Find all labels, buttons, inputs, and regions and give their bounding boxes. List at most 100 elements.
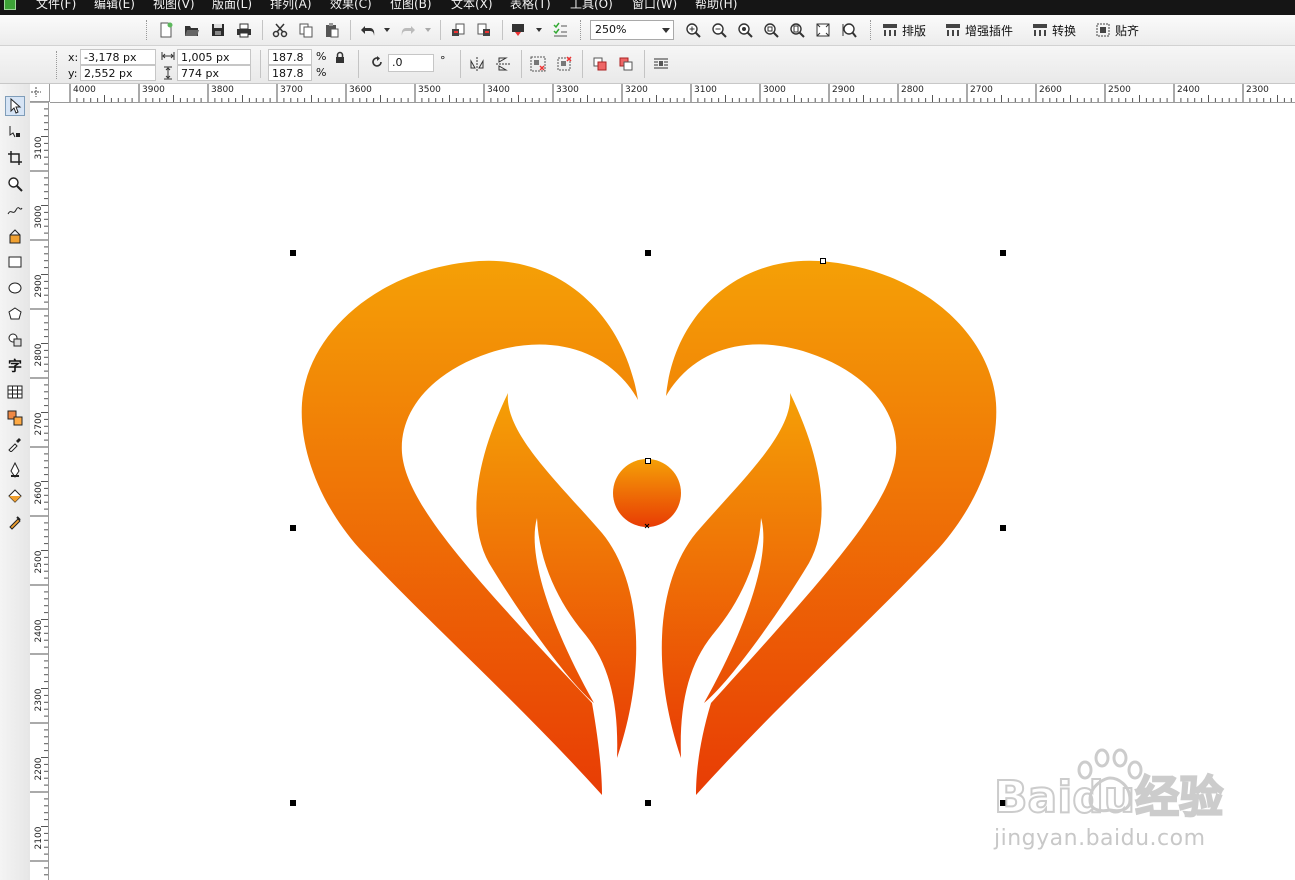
- shape-tool[interactable]: [5, 122, 25, 142]
- save-button[interactable]: [208, 20, 228, 40]
- freehand-tool[interactable]: [5, 200, 25, 220]
- plugin-snap-icon-button[interactable]: [1093, 20, 1113, 40]
- publish-dropdown[interactable]: [535, 26, 543, 34]
- watermark-url: jingyan.baidu.com: [994, 826, 1206, 851]
- ruler-h-label: 2900: [832, 85, 855, 95]
- ellipse-tool[interactable]: [5, 278, 25, 298]
- plugin-enhance-label[interactable]: 增强插件: [965, 22, 1013, 39]
- selection-handle-bottom-center[interactable]: [645, 800, 651, 806]
- paste-button[interactable]: [322, 20, 342, 40]
- wrap-text-button[interactable]: [651, 54, 671, 74]
- crop-tool[interactable]: [5, 148, 25, 168]
- plugin-convert-icon-button[interactable]: [1030, 20, 1050, 40]
- selection-handle-top-right[interactable]: [1000, 250, 1006, 256]
- ruler-origin[interactable]: [30, 84, 50, 102]
- interactive-fill-tool[interactable]: [5, 512, 25, 532]
- menu-effects[interactable]: 效果(C): [330, 0, 372, 12]
- rotation-degree: °: [440, 54, 446, 67]
- menu-arrange[interactable]: 排列(A): [270, 0, 312, 12]
- polygon-tool[interactable]: [5, 304, 25, 324]
- open-button[interactable]: [182, 20, 202, 40]
- height-field[interactable]: 774 px: [177, 65, 251, 81]
- eyedropper-tool[interactable]: [5, 434, 25, 454]
- text-tool[interactable]: 字: [5, 356, 25, 376]
- width-field[interactable]: 1,005 px: [177, 49, 251, 65]
- selection-handle-top-center[interactable]: [645, 250, 651, 256]
- zoom-page-button[interactable]: [787, 20, 807, 40]
- smart-fill-tool[interactable]: [5, 226, 25, 246]
- fill-tool[interactable]: [5, 486, 25, 506]
- zoom-out-button[interactable]: [709, 20, 729, 40]
- plugin-convert-label[interactable]: 转换: [1052, 22, 1076, 39]
- mirror-horizontal-button[interactable]: [467, 54, 487, 74]
- zoom-in-button[interactable]: [683, 20, 703, 40]
- interactive-blend-tool[interactable]: [5, 408, 25, 428]
- rectangle-icon: [8, 256, 22, 268]
- ruler-origin-icon: [31, 87, 41, 97]
- menu-layout[interactable]: 版面(L): [212, 0, 252, 12]
- vertical-ruler[interactable]: 3100 3000 2900 2800 2700 2600 2500 2400 …: [30, 102, 49, 880]
- selection-handle-middle-left[interactable]: [290, 525, 296, 531]
- plugin-enhance-icon-button[interactable]: [943, 20, 963, 40]
- x-position-field[interactable]: -3,178 px: [80, 49, 156, 65]
- node-handle[interactable]: [820, 258, 826, 264]
- zoom-level-select[interactable]: 250%: [590, 20, 674, 40]
- zoom-height-button[interactable]: [839, 20, 859, 40]
- node-handle[interactable]: [645, 458, 651, 464]
- publish-pdf-button[interactable]: [508, 20, 528, 40]
- import-button[interactable]: [448, 20, 468, 40]
- redo-dropdown[interactable]: [424, 26, 432, 34]
- redo-icon: [401, 26, 415, 36]
- print-button[interactable]: [234, 20, 254, 40]
- menu-bitmaps[interactable]: 位图(B): [390, 0, 432, 12]
- plugin-layout-label[interactable]: 排版: [902, 22, 926, 39]
- table-tool[interactable]: [5, 382, 25, 402]
- redo-button[interactable]: [398, 20, 418, 40]
- combine-button[interactable]: [590, 54, 610, 74]
- pick-tool[interactable]: [5, 96, 25, 116]
- lock-icon: [336, 51, 344, 63]
- ruler-v-label: 2300: [34, 688, 44, 712]
- zoom-width-button[interactable]: [813, 20, 833, 40]
- undo-icon: [361, 26, 375, 36]
- selection-handle-bottom-left[interactable]: [290, 800, 296, 806]
- plugin-layout-icon-button[interactable]: [880, 20, 900, 40]
- basic-shapes-tool[interactable]: [5, 330, 25, 350]
- cut-button[interactable]: [270, 20, 290, 40]
- menu-window[interactable]: 窗口(W): [632, 0, 677, 12]
- zoom-tool[interactable]: [5, 174, 25, 194]
- export-button[interactable]: [474, 20, 494, 40]
- horizontal-ruler[interactable]: 4000 3900 3800 3700 3600 3500 3400 3300 …: [50, 84, 1295, 103]
- menu-text[interactable]: 文本(X): [451, 0, 493, 12]
- rotation-field[interactable]: .0: [388, 54, 434, 72]
- outline-tool[interactable]: [5, 460, 25, 480]
- zoom-selected-button[interactable]: [735, 20, 755, 40]
- ungroup-button[interactable]: [554, 54, 574, 74]
- zoom-all-button[interactable]: [761, 20, 781, 40]
- menu-tools[interactable]: 工具(O): [570, 0, 613, 12]
- undo-dropdown[interactable]: [383, 26, 391, 34]
- menu-edit[interactable]: 编辑(E): [94, 0, 135, 12]
- scale-x-field[interactable]: 187.8: [268, 49, 312, 65]
- plugin-snap-label[interactable]: 贴齐: [1115, 22, 1139, 39]
- menu-table[interactable]: 表格(T): [510, 0, 551, 12]
- options-button[interactable]: [550, 20, 570, 40]
- scale-y-field[interactable]: 187.8: [268, 65, 312, 81]
- lock-ratio-button[interactable]: [332, 50, 348, 66]
- mirror-vertical-button[interactable]: [493, 54, 513, 74]
- selection-handle-top-left[interactable]: [290, 250, 296, 256]
- group-button[interactable]: [528, 54, 548, 74]
- ruler-v-label: 2600: [34, 481, 44, 505]
- menu-view[interactable]: 视图(V): [153, 0, 195, 12]
- rectangle-tool[interactable]: [5, 252, 25, 272]
- menu-file[interactable]: 文件(F): [36, 0, 76, 12]
- ruler-h-label: 2300: [1246, 85, 1269, 95]
- head-circle[interactable]: [613, 459, 681, 527]
- new-document-button[interactable]: [156, 20, 176, 40]
- menu-help[interactable]: 帮助(H): [695, 0, 737, 12]
- break-apart-button[interactable]: [616, 54, 636, 74]
- selection-handle-middle-right[interactable]: [1000, 525, 1006, 531]
- copy-button[interactable]: [296, 20, 316, 40]
- y-position-field[interactable]: 2,552 px: [80, 65, 156, 81]
- undo-button[interactable]: [358, 20, 378, 40]
